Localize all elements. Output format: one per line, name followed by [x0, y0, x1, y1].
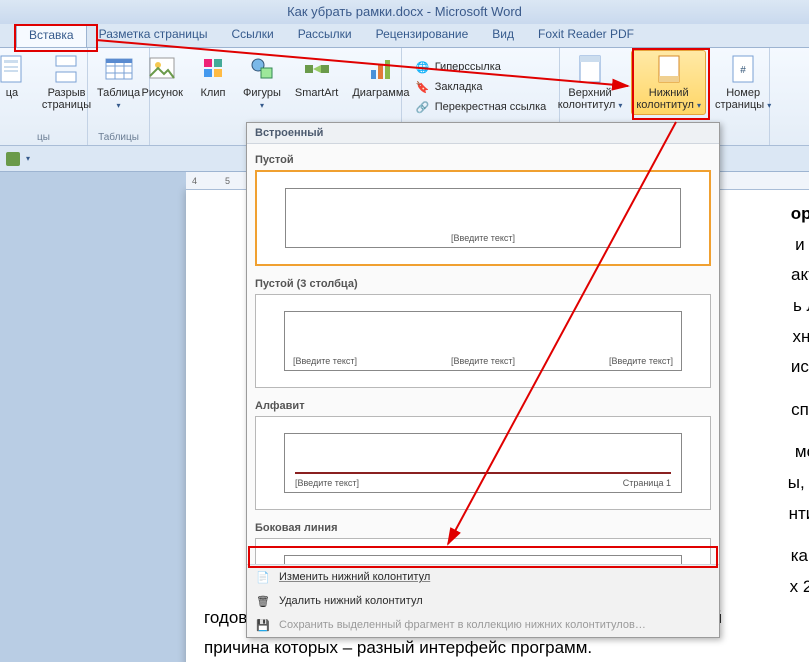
doc-text: причина которых – разный интерфейс прогр…	[204, 636, 809, 661]
clip-button[interactable]: Клип	[192, 50, 234, 115]
option-empty-3col[interactable]: [Введите текст] [Введите текст] [Введите…	[255, 294, 711, 388]
page-number-label: Номер страницы ▾	[715, 87, 771, 112]
footer-icon	[653, 53, 685, 85]
delete-footer-item[interactable]: 🗑 Удалить нижний колонтитул	[247, 589, 719, 613]
cover-label: ца	[6, 87, 18, 99]
tab-foxit[interactable]: Foxit Reader PDF	[526, 24, 646, 47]
table-label: Таблица▾	[97, 87, 140, 112]
tab-mailings[interactable]: Рассылки	[286, 24, 364, 47]
group-pages-title: цы	[37, 132, 50, 145]
option-empty[interactable]: [Введите текст]	[255, 170, 711, 266]
clip-icon	[197, 53, 229, 85]
option-alphabet[interactable]: [Введите текст] Страница 1	[255, 416, 711, 510]
globe-icon: 🌐	[415, 59, 431, 75]
picture-label: Рисунок	[141, 87, 183, 99]
save-selection-item: 💾 Сохранить выделенный фрагмент в коллек…	[247, 613, 719, 637]
table-icon	[103, 53, 135, 85]
hyperlink-button[interactable]: 🌐Гиперссылка	[413, 58, 549, 76]
edit-icon: 📄	[255, 569, 271, 585]
page-icon	[0, 53, 28, 85]
smartart-button[interactable]: SmartArt	[290, 50, 343, 115]
chart-icon	[365, 53, 397, 85]
option-side-label: Боковая линия	[255, 516, 711, 538]
cover-page-button[interactable]: ца	[0, 50, 33, 114]
shapes-label: Фигуры▾	[243, 87, 281, 112]
tab-references[interactable]: Ссылки	[219, 24, 285, 47]
page-break-icon	[51, 53, 83, 85]
option-sideline[interactable]: ⎮	[255, 538, 711, 564]
shapes-button[interactable]: Фигуры▾	[238, 50, 286, 115]
footer-gallery-dropdown: Встроенный Пустой [Введите текст] Пустой…	[246, 122, 720, 638]
header-label: Верхний колонтитул ▾	[558, 87, 623, 112]
tab-review[interactable]: Рецензирование	[364, 24, 481, 47]
crossref-button[interactable]: 🔗Перекрестная ссылка	[413, 98, 549, 116]
page-number-button[interactable]: # Номер страницы ▾	[710, 50, 776, 115]
edit-footer-item[interactable]: 📄 Изменить нижний колонтитул	[247, 565, 719, 589]
qat-item[interactable]	[6, 152, 20, 166]
title-bar: Как убрать рамки.docx - Microsoft Word	[0, 0, 809, 24]
smartart-label: SmartArt	[295, 87, 338, 99]
page-number-icon: #	[727, 53, 759, 85]
header-icon	[574, 53, 606, 85]
footer-button[interactable]: Нижний колонтитул ▾	[631, 50, 706, 115]
footer-label: Нижний колонтитул ▾	[636, 87, 701, 112]
option-empty-label: Пустой	[255, 148, 711, 170]
clip-label: Клип	[201, 87, 226, 99]
save-icon: 💾	[255, 617, 271, 633]
tab-insert[interactable]: Вставка	[16, 24, 87, 47]
gallery-title: Встроенный	[247, 123, 719, 144]
picture-icon	[146, 53, 178, 85]
shapes-icon	[246, 53, 278, 85]
group-tables-title: Таблицы	[98, 132, 139, 145]
header-button[interactable]: Верхний колонтитул ▾	[553, 50, 628, 115]
bookmark-button[interactable]: 🔖Закладка	[413, 78, 549, 96]
crossref-icon: 🔗	[415, 99, 431, 115]
tab-view[interactable]: Вид	[480, 24, 526, 47]
bookmark-icon: 🔖	[415, 79, 431, 95]
chart-label: Диаграмма	[352, 87, 409, 99]
svg-text:#: #	[740, 65, 746, 76]
smartart-icon	[301, 53, 333, 85]
qat-dropdown-icon[interactable]: ▾	[26, 154, 30, 163]
tab-layout[interactable]: Разметка страницы	[87, 24, 220, 47]
delete-icon: 🗑	[255, 593, 271, 609]
ribbon-tabs: Вставка Разметка страницы Ссылки Рассылк…	[0, 24, 809, 48]
picture-button[interactable]: Рисунок	[136, 50, 188, 115]
option-empty3-label: Пустой (3 столбца)	[255, 272, 711, 294]
option-alpha-label: Алфавит	[255, 394, 711, 416]
page-break-label: Разрыв страницы	[42, 87, 91, 111]
